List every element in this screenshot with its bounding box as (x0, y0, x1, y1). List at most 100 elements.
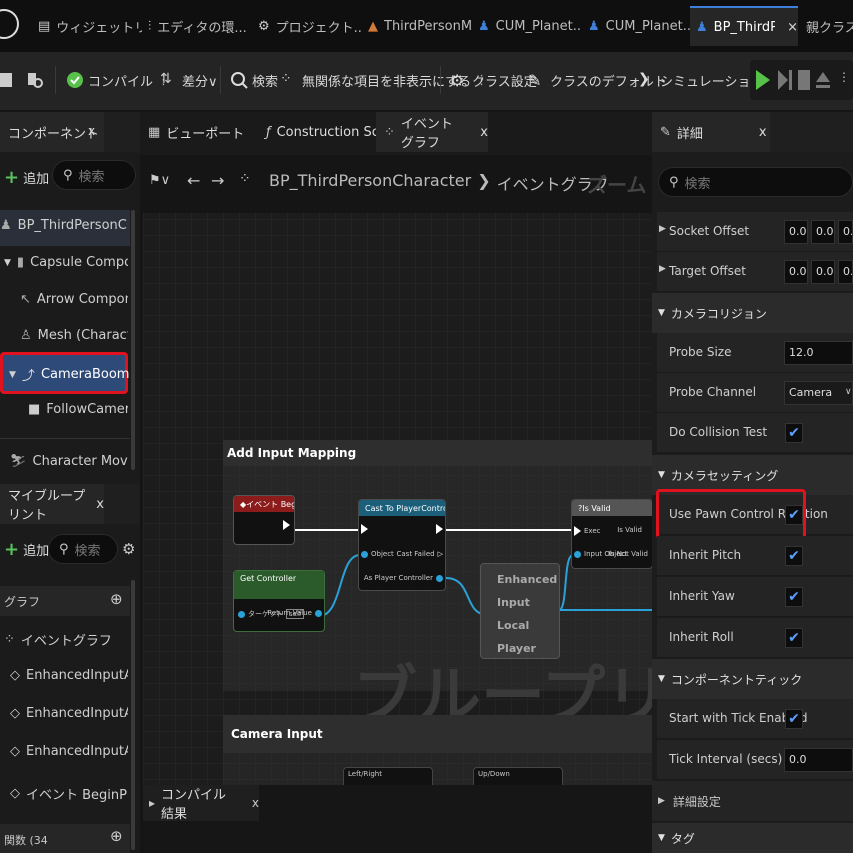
is-valid-pin[interactable]: Is Valid (617, 526, 642, 534)
tab-editor-settings[interactable]: ⫶ エディタの環... (142, 6, 252, 46)
tree-item-mesh[interactable]: ♙ Mesh (CharacterMesh (20, 328, 128, 343)
blueprint-search-input[interactable]: ⚲ 検索 (48, 534, 118, 564)
object-pin[interactable]: Object (361, 550, 394, 558)
tick-interval-field[interactable]: 0.0 (784, 748, 853, 772)
exec-in-pin[interactable]: Exec (574, 526, 601, 536)
close-icon[interactable]: × (787, 20, 798, 35)
find-button[interactable]: 検索 (230, 64, 278, 96)
tree-item-input-action-1[interactable]: ◇ EnhancedInputAction IA_ (10, 668, 128, 683)
target-offset-z-field[interactable]: 0. (838, 260, 853, 284)
as-player-controller-pin[interactable]: As Player Controller (364, 574, 443, 582)
blueprint-scrollbar[interactable] (131, 580, 135, 850)
comment-header-camera-input[interactable]: Camera Input (223, 715, 653, 753)
inherit-roll-checkbox[interactable]: ✔ (785, 628, 803, 648)
add-blueprint-item-button[interactable]: + 追加 (0, 534, 49, 564)
tab-cum-planet-1[interactable]: ♟ CUM_Planet... (472, 6, 582, 46)
search-icon: ⚲ (669, 174, 679, 190)
inherit-yaw-checkbox[interactable]: ✔ (785, 587, 803, 607)
probe-channel-dropdown[interactable]: Camera (784, 381, 853, 405)
probe-size-field[interactable]: 12.0 (784, 341, 853, 365)
step-icon[interactable] (778, 70, 792, 93)
tab-map[interactable]: ▲ ThirdPersonM... (362, 6, 472, 46)
tree-item-character-movement[interactable]: ⛷ Character Movement (C (10, 454, 128, 469)
tab-construction-script[interactable]: ƒ Construction Scr... (258, 112, 376, 152)
close-icon[interactable]: x (759, 125, 767, 140)
eject-icon[interactable] (816, 70, 830, 93)
details-search-input[interactable]: ⚲ 検索 (658, 167, 853, 197)
node-event-begin-play[interactable]: ◆ イベント BeginPlay (233, 495, 295, 545)
stop-icon[interactable] (798, 70, 810, 93)
tab-project-settings[interactable]: ⚙ プロジェクト... (252, 6, 362, 46)
tree-item-event-graph[interactable]: ⁘ イベントグラフ (4, 630, 128, 649)
return-value-pin[interactable]: Return Value (267, 609, 322, 617)
class-settings-button[interactable]: ⚙ クラス設定 (450, 64, 537, 96)
section-camera-collision[interactable]: ▼ カメラコリジョン (652, 293, 853, 333)
tree-item-input-action-3[interactable]: ◇ EnhancedInputAction IA_ (10, 744, 128, 759)
tree-item-follow-camera[interactable]: ■ FollowCamera (28, 402, 128, 417)
socket-offset-x-field[interactable]: 0.0 (784, 220, 808, 244)
close-icon[interactable]: x (480, 125, 488, 140)
cast-failed-pin[interactable]: Cast Failed ▷ (397, 550, 444, 558)
tree-item-capsule[interactable]: ▼ ▮ Capsule Component (C (4, 255, 128, 270)
graph-section-header[interactable]: グラフ ⊕ (0, 586, 130, 616)
tab-my-blueprint[interactable]: マイブループリント x (0, 484, 104, 524)
gear-icon: ⚙ (258, 18, 270, 34)
add-graph-icon[interactable]: ⊕ (110, 590, 123, 608)
play-icon[interactable] (756, 70, 770, 93)
close-icon[interactable]: x (88, 124, 95, 138)
component-search-input[interactable]: ⚲ 検索 (52, 160, 136, 190)
node-get-controller[interactable]: Get Controller ターゲット self Return Value (233, 570, 325, 632)
chevron-down-icon: ▼ (658, 674, 665, 684)
socket-offset-z-field[interactable]: 0. (838, 220, 853, 244)
close-icon[interactable]: x (252, 796, 259, 810)
node-enhanced-input-subsystem[interactable]: Enhanced Input Local Player Subsystem (480, 563, 560, 659)
tab-cum-planet-2[interactable]: ♟ CUM_Planet... (582, 6, 690, 46)
close-icon[interactable]: x (96, 497, 104, 512)
more-options-icon[interactable]: ⋮ (838, 70, 850, 84)
unreal-logo-icon[interactable] (0, 6, 24, 42)
compile-button[interactable]: コンパイル ⋮ (66, 64, 170, 96)
tree-item-begin-play[interactable]: ◇ イベント BeginPlay (10, 784, 128, 803)
exec-out-pin[interactable] (283, 520, 290, 530)
node-is-valid[interactable]: ? Is Valid Exec Is Valid Input Object Is… (571, 499, 653, 569)
tab-bp-thirdperson[interactable]: ♟ BP_ThirdPers... × (690, 6, 798, 46)
prop-inherit-yaw: Inherit Yaw ✔ (657, 577, 853, 617)
components-scrollbar[interactable] (131, 210, 135, 470)
gear-icon[interactable]: ⚙ (122, 540, 135, 558)
save-button[interactable] (0, 64, 18, 96)
socket-offset-y-field[interactable]: 0.0 (811, 220, 835, 244)
chevron-right-icon: ▶ (658, 796, 665, 806)
tree-item-arrow[interactable]: ↖ Arrow Component (A (20, 292, 128, 307)
chevron-right-icon[interactable]: ▶ (659, 264, 666, 274)
tree-item-camera-boom-content: ▼ ⤴ CameraBoom (9, 367, 130, 384)
target-offset-x-field[interactable]: 0.0 (784, 260, 808, 284)
tab-widget-reflector[interactable]: ▤ ウィジェットリ... (32, 6, 142, 46)
tree-item-input-action-2[interactable]: ◇ EnhancedInputAction IA_ (10, 706, 128, 721)
tab-event-graph[interactable]: ⁘ イベントグラフ x (376, 112, 488, 152)
is-not-valid-pin[interactable]: Is Not Valid (609, 550, 648, 558)
start-with-tick-checkbox[interactable]: ✔ (785, 709, 803, 729)
section-component-tick[interactable]: ▼ コンポーネントティック (652, 659, 853, 699)
diff-button[interactable]: ⇅ 差分∨ (160, 64, 218, 96)
functions-section-header[interactable]: 関数 (34 ⊕ (0, 824, 130, 853)
section-tags[interactable]: ▼ タグ (652, 823, 853, 853)
inherit-pitch-checkbox[interactable]: ✔ (785, 546, 803, 566)
section-advanced[interactable]: ▶ 詳細設定 (652, 781, 853, 821)
tree-item-bp-thirdperson[interactable]: ♟ BP_ThirdPersonCharacter (0, 218, 128, 233)
exec-in-pin[interactable] (361, 524, 368, 534)
do-collision-test-checkbox[interactable]: ✔ (785, 423, 803, 443)
event-graph-canvas[interactable]: ⚑∨ ← → ⁘ BP_ThirdPersonCharacter ❯ イベントグ… (143, 155, 797, 853)
tab-viewport[interactable]: ▦ ビューポート (140, 112, 252, 152)
tree-item-camera-boom[interactable]: ▼ ⤴ CameraBoom (0, 352, 130, 394)
add-component-button[interactable]: + 追加 (0, 162, 49, 192)
simulation-button[interactable]: ❯ シミュレーション (638, 64, 763, 96)
add-function-icon[interactable]: ⊕ (110, 827, 123, 845)
target-offset-y-field[interactable]: 0.0 (811, 260, 835, 284)
tab-details[interactable]: ✎ 詳細 x (652, 112, 770, 152)
tab-compile-results[interactable]: ▸ コンパイル結果 x (143, 785, 259, 822)
chevron-right-icon[interactable]: ▶ (659, 224, 666, 234)
exec-out-pin[interactable] (436, 524, 443, 534)
search-icon: ⚲ (59, 541, 69, 557)
browse-button[interactable] (26, 64, 44, 96)
node-cast-to-player-controller[interactable]: Cast To PlayerController Object Cast Fai… (358, 499, 446, 591)
